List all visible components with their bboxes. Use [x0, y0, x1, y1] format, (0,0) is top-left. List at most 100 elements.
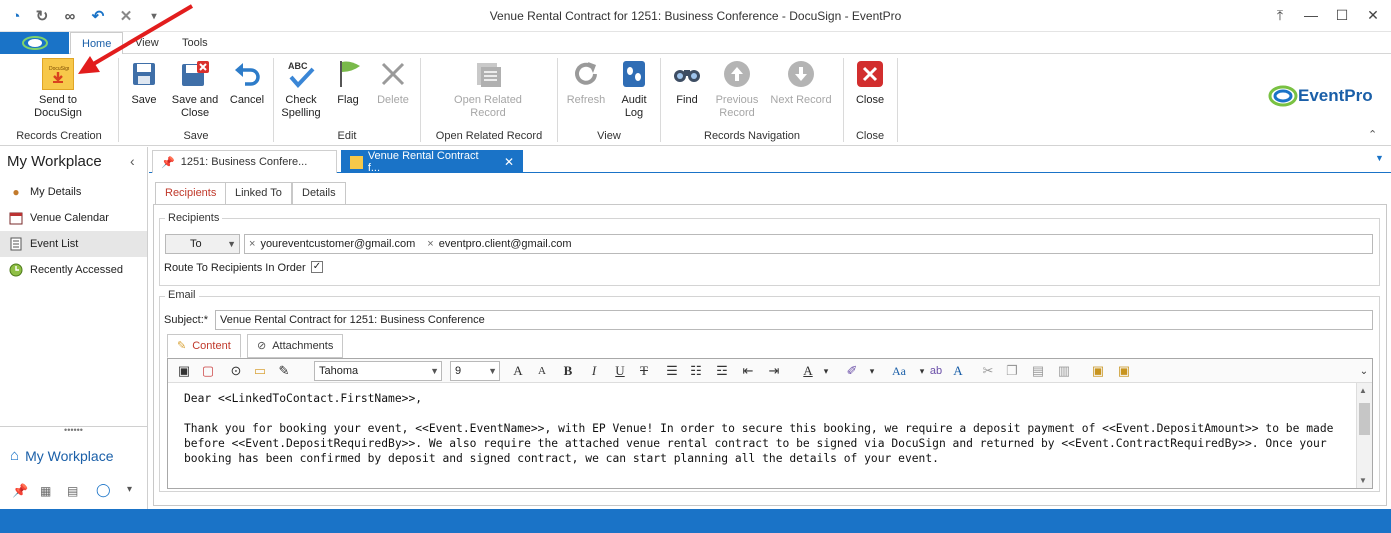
multilevel-list-icon[interactable]: ☲ — [712, 361, 732, 381]
underline-icon[interactable]: U — [610, 361, 630, 381]
group-label-close: Close — [855, 130, 885, 142]
maximize-button[interactable]: ☐ — [1327, 4, 1357, 26]
previous-record-button[interactable]: Previous Record — [710, 58, 764, 120]
font-color-icon[interactable]: A — [798, 361, 818, 381]
eventpro-logo: EventPro — [1268, 84, 1373, 108]
check-spelling-button[interactable]: ABC Check Spelling — [280, 58, 322, 120]
doc-tab-business-conference[interactable]: 📌 1251: Business Confere... — [152, 150, 337, 173]
change-case-icon[interactable]: Aa — [886, 361, 912, 381]
grow-font-icon[interactable]: A — [508, 361, 528, 381]
group-label-records-navigation: Records Navigation — [704, 130, 800, 142]
find-label: Find — [676, 94, 698, 106]
strikethrough-icon[interactable]: T — [634, 361, 654, 381]
style-icon[interactable]: ✎ — [274, 361, 294, 381]
collapse-ribbon-icon[interactable]: ⌃ — [1368, 128, 1377, 141]
copy-icon[interactable]: ❐ — [1002, 361, 1022, 381]
decrease-indent-icon[interactable]: ⇤ — [738, 361, 758, 381]
report-icon[interactable]: ▤ — [67, 484, 78, 498]
scroll-thumb[interactable] — [1359, 403, 1370, 435]
next-record-button[interactable]: Next Record — [768, 58, 834, 107]
paste-special-icon[interactable]: ▥ — [1054, 361, 1074, 381]
audit-log-button[interactable]: Audit Log — [614, 58, 654, 120]
tab-recipients[interactable]: Recipients — [155, 182, 227, 205]
pin-icon: 📌 — [161, 156, 175, 169]
open-related-record-button[interactable]: Open Related Record — [448, 58, 528, 120]
open-folder-icon[interactable]: ▭ — [250, 361, 270, 381]
editor-scrollbar[interactable]: ▲ ▼ — [1356, 383, 1372, 488]
ribbon: DocuSign Send to DocuSign Records Creati… — [0, 54, 1391, 146]
refresh-button[interactable]: Refresh — [564, 58, 608, 107]
collapse-sidebar-icon[interactable]: ‹ — [130, 153, 135, 169]
sidebar-item-event-list[interactable]: Event List — [0, 231, 147, 257]
tab-attachments[interactable]: ⊘ Attachments — [247, 334, 344, 358]
toolbar-overflow-icon[interactable]: ⌄ — [1354, 361, 1374, 381]
insert-merge-icon[interactable]: ▣ — [1114, 361, 1134, 381]
font-name-select[interactable]: Tahoma ▼ — [314, 361, 442, 381]
scroll-up-icon[interactable]: ▲ — [1359, 386, 1367, 395]
sidebar-item-recently-accessed[interactable]: Recently Accessed — [0, 257, 147, 283]
undo-icon — [231, 58, 263, 90]
sidebar-item-venue-calendar[interactable]: Venue Calendar — [0, 205, 147, 231]
pin-window-icon[interactable]: ⤒ — [1265, 4, 1295, 26]
insert-field-icon[interactable]: ▣ — [1088, 361, 1108, 381]
bold-icon[interactable]: B — [558, 361, 578, 381]
tab-details[interactable]: Details — [292, 182, 346, 205]
group-label-records-creation: Records Creation — [16, 130, 102, 142]
flag-button[interactable]: Flag — [330, 58, 366, 107]
doc-tab-venue-rental-contract[interactable]: Venue Rental Contract f... ✕ — [341, 150, 523, 174]
shrink-font-icon[interactable]: A — [532, 361, 552, 381]
flag-label: Flag — [337, 94, 359, 106]
clear-format-icon[interactable]: ab — [926, 361, 946, 381]
more-icon[interactable]: ▾ — [127, 484, 132, 495]
font-size-select[interactable]: 9 ▼ — [450, 361, 500, 381]
cancel-button[interactable]: Cancel — [226, 58, 268, 107]
close-window-button[interactable]: ✕ — [1358, 4, 1388, 26]
tab-linked-to[interactable]: Linked To — [225, 182, 292, 205]
chevron-down-icon: ▼ — [227, 239, 236, 249]
recipient-type-select[interactable]: To ▼ — [165, 234, 240, 254]
send-to-docusign-label: Send to DocuSign — [34, 94, 82, 119]
font-dialog-icon[interactable]: A — [948, 361, 968, 381]
highlight-dropdown-icon[interactable]: ▾ — [862, 361, 882, 381]
remove-recipient-icon[interactable]: × — [427, 238, 433, 250]
tab-content[interactable]: ✎ Content — [167, 334, 241, 358]
menu-bar: Home View Tools — [0, 32, 1391, 55]
font-color-dropdown-icon[interactable]: ▾ — [816, 361, 836, 381]
cut-icon[interactable]: ✂ — [978, 361, 998, 381]
scroll-down-icon[interactable]: ▼ — [1359, 476, 1367, 485]
email-group-title: Email — [165, 289, 199, 301]
close-tab-icon[interactable]: ✕ — [504, 155, 514, 169]
sidebar-splitter[interactable]: •••••• — [0, 426, 147, 435]
numbered-list-icon[interactable]: ☷ — [686, 361, 706, 381]
pin-icon[interactable]: 📌 — [12, 483, 28, 499]
subject-input[interactable]: Venue Rental Contract for 1251: Business… — [215, 310, 1373, 330]
find-button[interactable]: Find — [670, 58, 704, 107]
chat-icon[interactable]: ◯ — [96, 482, 111, 498]
remove-recipient-icon[interactable]: × — [249, 238, 255, 250]
print-preview-icon[interactable]: ⊙ — [226, 361, 246, 381]
flag-icon — [332, 58, 364, 90]
italic-icon[interactable]: I — [584, 361, 604, 381]
pencil-icon: ✎ — [177, 339, 187, 352]
minimize-button[interactable]: — — [1296, 4, 1326, 26]
close-button[interactable]: Close — [852, 58, 888, 107]
refresh-label: Refresh — [566, 94, 606, 106]
building-icon[interactable]: ▦ — [40, 484, 51, 498]
highlight-icon[interactable]: ✐ — [842, 361, 862, 381]
eventpro-swirl-icon — [1268, 85, 1298, 107]
recipients-input[interactable]: × youreventcustomer@gmail.com × eventpro… — [244, 234, 1373, 254]
application-menu-button[interactable] — [0, 32, 69, 54]
email-body[interactable]: Dear <<LinkedToContact.FirstName>>, Than… — [184, 391, 1344, 466]
sidebar-bottom-my-workplace[interactable]: ⌂ My Workplace — [10, 447, 114, 464]
route-in-order-checkbox[interactable]: ✓ — [311, 261, 323, 273]
tab-list-dropdown-icon[interactable]: ▼ — [1375, 153, 1384, 163]
save-doc-icon[interactable]: ▣ — [174, 361, 194, 381]
sidebar-item-my-details[interactable]: ● My Details — [0, 179, 147, 205]
increase-indent-icon[interactable]: ⇥ — [764, 361, 784, 381]
paste-icon[interactable]: ▤ — [1028, 361, 1048, 381]
save-and-close-label: Save and Close — [171, 94, 219, 119]
bullet-list-icon[interactable]: ☰ — [662, 361, 682, 381]
new-doc-icon[interactable]: ▢ — [198, 361, 218, 381]
delete-button[interactable]: Delete — [372, 58, 414, 107]
arrow-up-icon — [721, 58, 753, 90]
